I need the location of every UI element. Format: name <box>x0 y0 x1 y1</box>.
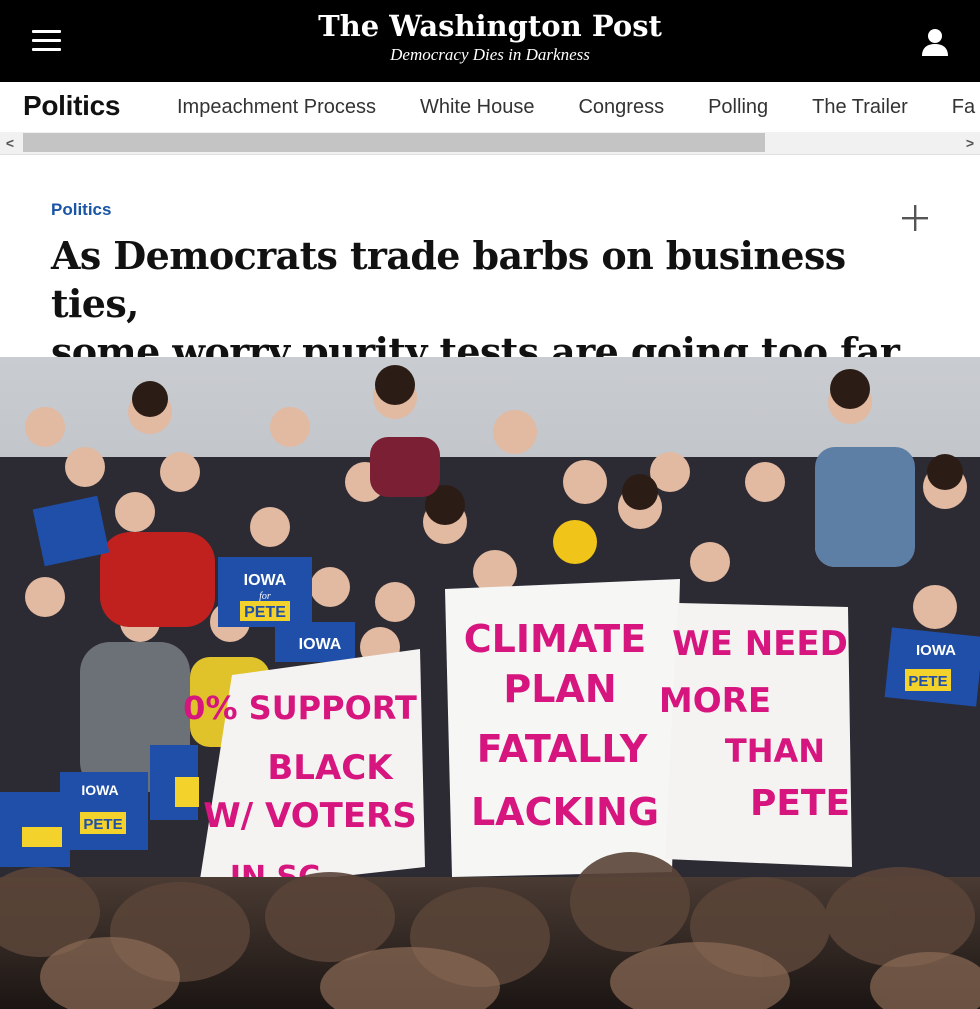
sign-3-line-1: WE NEED <box>672 624 848 664</box>
brand[interactable]: The Washington Post Democracy Dies in Da… <box>0 8 980 65</box>
sign-3-line-2: MORE <box>659 681 771 721</box>
nav-item-truncated[interactable]: Fa <box>952 96 975 119</box>
placard-3-top: IOWA <box>299 636 342 653</box>
sign-1-line-1: 0% SUPPORT <box>183 689 417 727</box>
protest-sign-2: CLIMATE PLAN FATALLY LACKING <box>445 579 680 877</box>
placard-2: IOWA for PETE <box>218 557 312 627</box>
placard-2-top: IOWA <box>244 572 287 589</box>
sign-2-line-1: CLIMATE <box>464 617 646 661</box>
sign-1-line-3: W/ VOTERS <box>203 796 416 836</box>
sign-1-line-2: BLACK <box>267 748 394 788</box>
placard-5 <box>0 792 70 867</box>
nav-item-impeachment-process[interactable]: Impeachment Process <box>177 96 376 119</box>
scroll-left-arrow-icon[interactable]: < <box>0 134 20 152</box>
placard-2-mid: for <box>259 591 271 602</box>
masthead: The Washington Post Democracy Dies in Da… <box>0 0 980 82</box>
placard-4-top: IOWA <box>81 782 118 798</box>
hero-photo-illustration: IOWA for PETE IOWA IOWA PETE IOWA PETE 0… <box>0 357 980 1009</box>
nav-item-congress[interactable]: Congress <box>578 96 664 119</box>
nav-item-the-trailer[interactable]: The Trailer <box>812 96 908 119</box>
hero-photo: IOWA for PETE IOWA IOWA PETE IOWA PETE 0… <box>0 357 980 1009</box>
article-kicker[interactable]: Politics <box>51 200 111 220</box>
placard-7: IOWA PETE <box>884 627 980 707</box>
sign-2-line-4: LACKING <box>471 790 659 834</box>
scroll-right-arrow-icon[interactable]: > <box>960 134 980 152</box>
placard-2-bottom: PETE <box>244 604 286 621</box>
protest-sign-3: WE NEED MORE THAN PETE <box>659 603 852 867</box>
sign-2-line-3: FATALLY <box>477 727 648 771</box>
plus-icon[interactable] <box>898 200 932 234</box>
placard-6 <box>150 745 199 820</box>
scrollbar-thumb[interactable] <box>23 133 765 152</box>
placard-3: IOWA <box>275 622 355 662</box>
user-account-icon[interactable] <box>920 27 950 57</box>
article-headline: As Democrats trade barbs on business tie… <box>51 232 911 376</box>
sign-2-line-2: PLAN <box>503 667 616 711</box>
headline-line-1: As Democrats trade barbs on business tie… <box>51 233 846 326</box>
section-title[interactable]: Politics <box>23 90 120 122</box>
placard-7-bottom: PETE <box>908 673 947 690</box>
nav-items: Impeachment Process White House Congress… <box>177 96 980 119</box>
placard-7-top: IOWA <box>916 642 956 659</box>
sign-3-line-3: THAN <box>725 732 825 770</box>
section-nav: Politics Impeachment Process White House… <box>0 82 980 133</box>
nav-item-white-house[interactable]: White House <box>420 96 535 119</box>
nav-scrollbar[interactable]: < > <box>0 132 980 155</box>
brand-name[interactable]: The Washington Post <box>0 8 980 44</box>
placard-4-bottom: PETE <box>83 816 122 833</box>
nav-item-polling[interactable]: Polling <box>708 96 768 119</box>
tagline: Democracy Dies in Darkness <box>390 45 590 64</box>
placard-4: IOWA PETE <box>60 772 148 850</box>
sign-3-line-4: PETE <box>750 783 850 824</box>
